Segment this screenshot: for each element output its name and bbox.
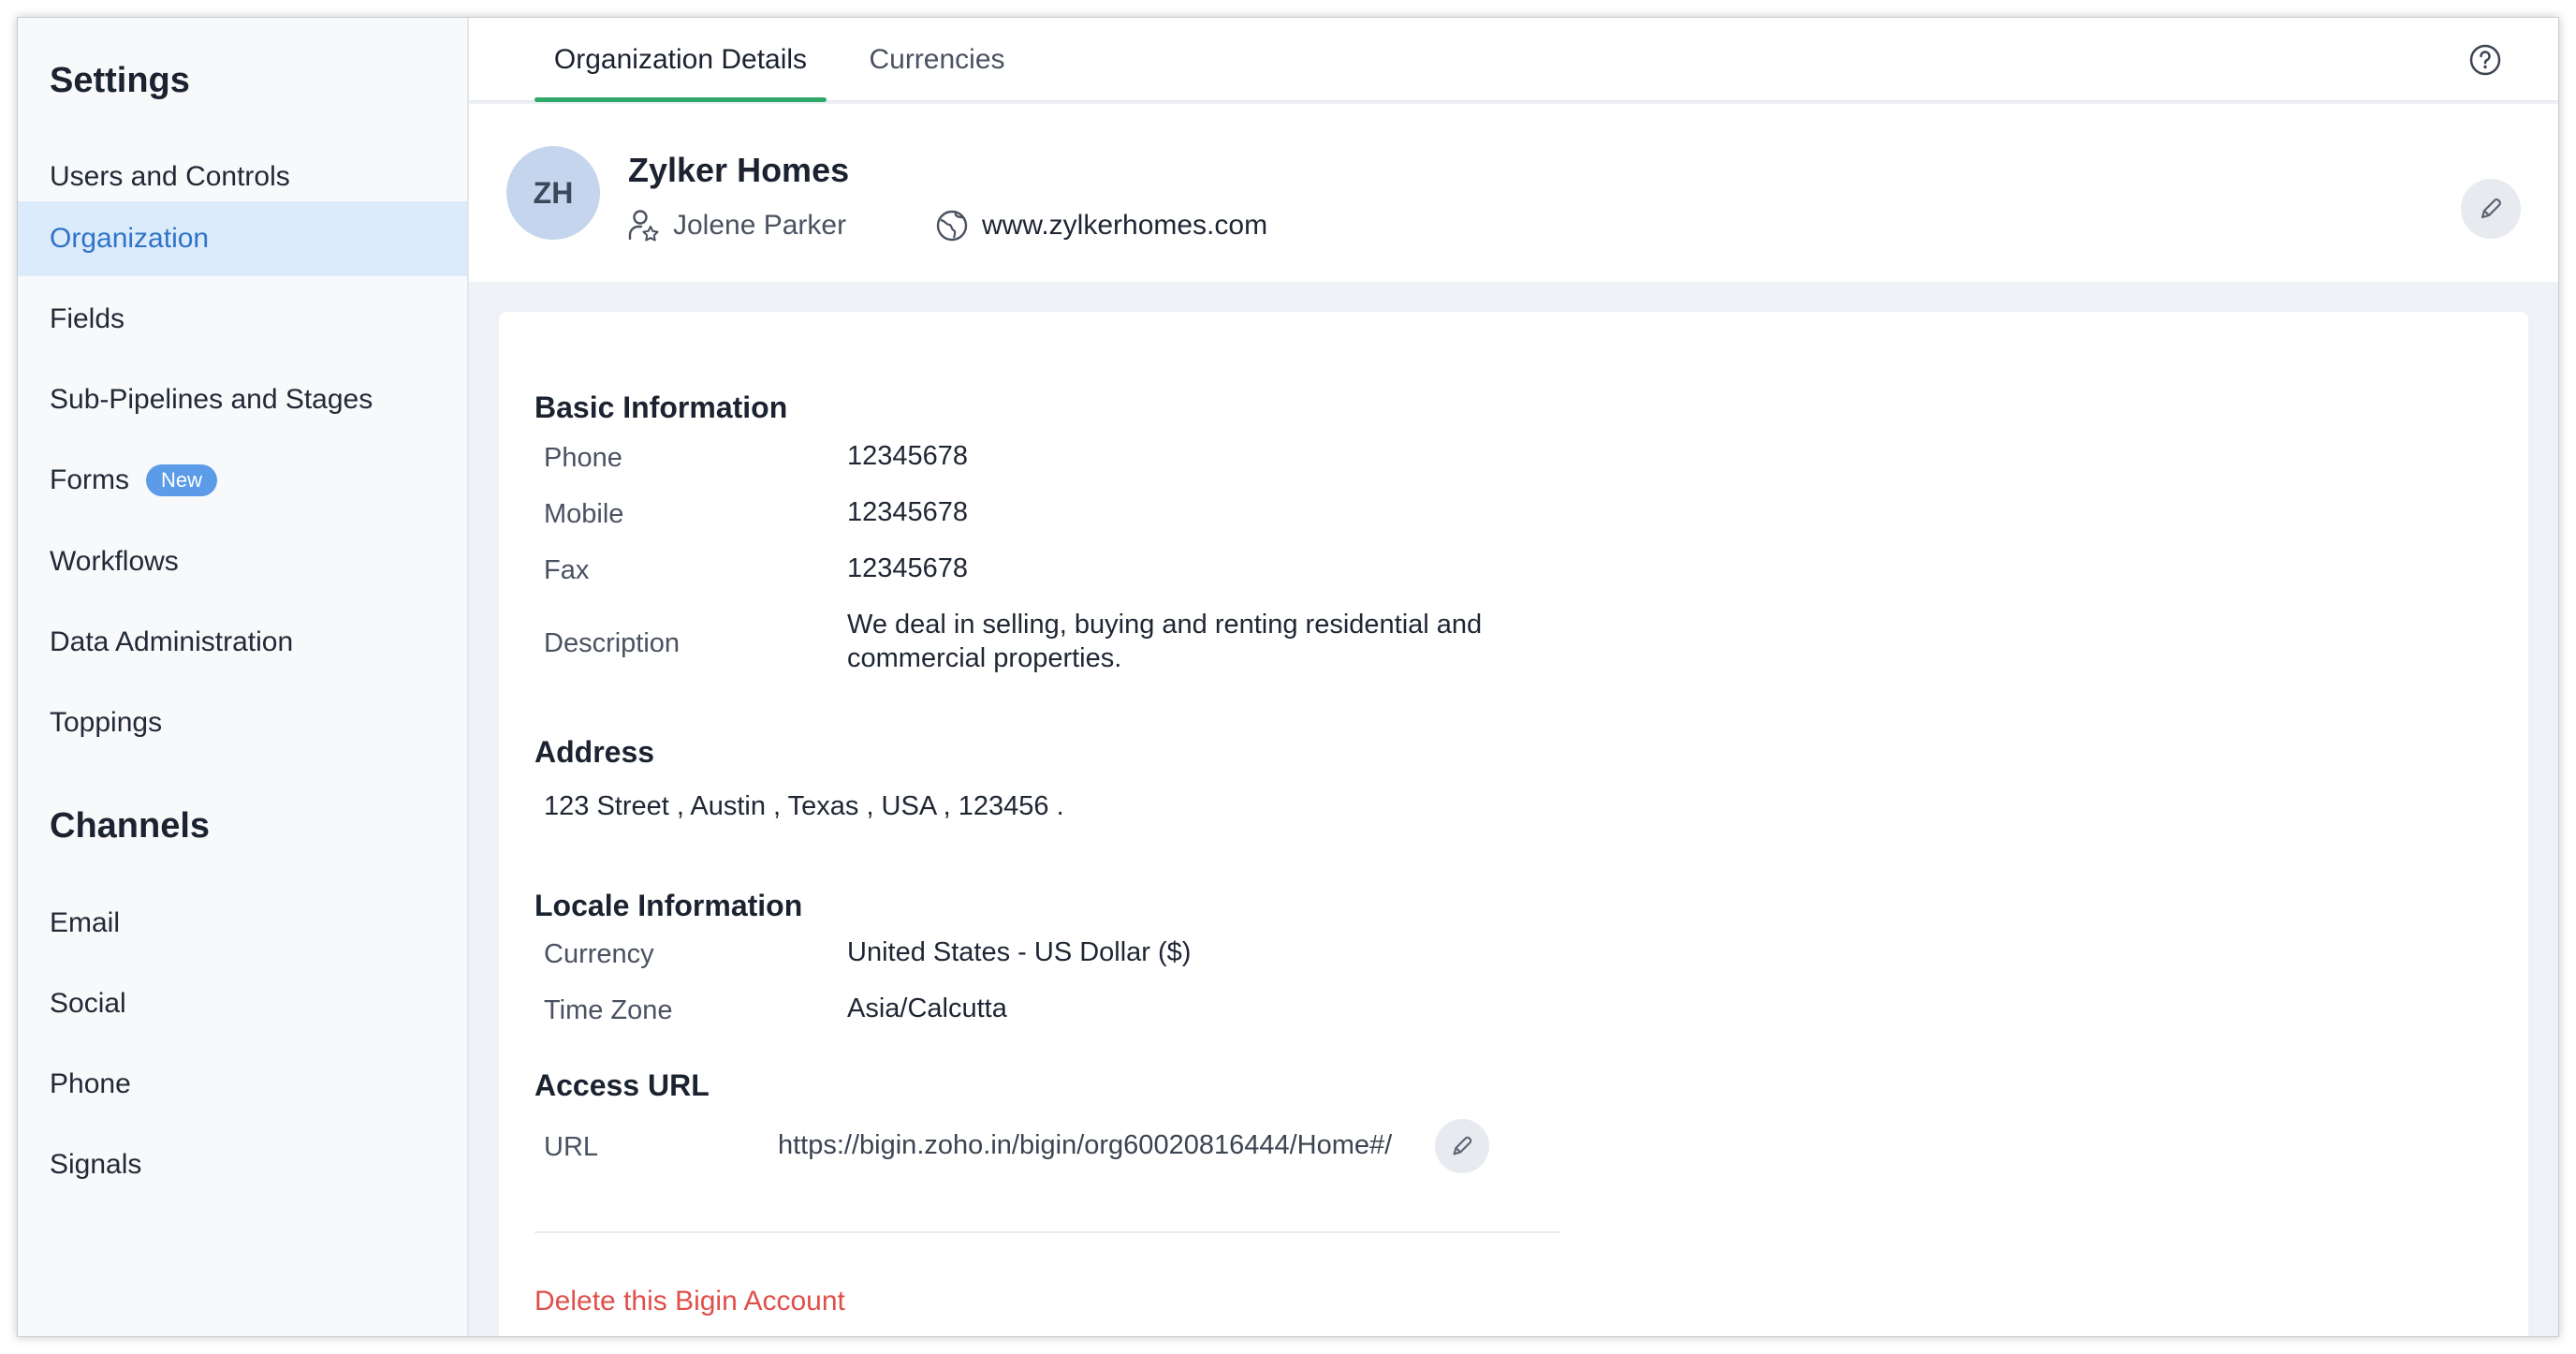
url-label: URL — [544, 1132, 599, 1162]
channels-heading: Channels — [50, 806, 211, 846]
tab-label: Organization Details — [553, 44, 808, 75]
tab-bar: Organization Details Currencies — [469, 18, 2558, 102]
sidebar-item-workflows[interactable]: Workflows — [18, 524, 467, 599]
org-details-card: Basic Information Phone 12345678 Mobile … — [499, 312, 2528, 1336]
sidebar-item-label: Forms — [50, 464, 129, 495]
divider — [534, 1231, 1560, 1233]
tab-label: Currencies — [869, 44, 1005, 75]
address-value: 123 Street , Austin , Texas , USA , 1234… — [544, 791, 1064, 821]
sidebar-item-organization[interactable]: Organization — [18, 201, 467, 276]
pencil-icon — [1453, 1136, 1472, 1155]
sidebar-item-label: Sub-Pipelines and Stages — [50, 384, 373, 415]
sidebar-item-label: Signals — [50, 1149, 142, 1180]
settings-heading: Settings — [50, 61, 190, 100]
description-line: We deal in selling, buying and renting r… — [847, 610, 1483, 640]
basic-info-title: Basic Information — [534, 390, 788, 424]
address-title: Address — [534, 735, 655, 769]
phone-value: 12345678 — [847, 441, 969, 471]
sidebar-item-label: Phone — [50, 1068, 131, 1099]
globe-icon — [936, 210, 968, 242]
sidebar-item-label: Workflows — [50, 546, 179, 577]
sidebar-item-label: Fields — [50, 303, 125, 334]
main-panel: Organization Details Currencies ZH Zylke… — [469, 18, 2558, 1336]
sidebar-item-label: Data Administration — [50, 626, 294, 657]
fax-value: 12345678 — [847, 553, 969, 583]
sidebar-item-label: Users and Controls — [50, 161, 290, 192]
locale-info-title: Locale Information — [534, 889, 803, 922]
currency-label: Currency — [544, 939, 654, 969]
sidebar-item-label: Organization — [50, 223, 210, 254]
new-badge: New — [146, 464, 218, 497]
description-value: We deal in selling, buying and renting r… — [847, 608, 1482, 675]
tab-currencies[interactable]: Currencies — [862, 18, 1012, 102]
settings-window: Settings Users and Controls Organization… — [17, 17, 2559, 1337]
mobile-label: Mobile — [544, 499, 624, 529]
access-url-value[interactable]: https://bigin.zoho.in/bigin/org600208164… — [778, 1128, 1392, 1162]
org-owner: Jolene Parker — [628, 209, 846, 243]
fax-label: Fax — [544, 555, 590, 585]
sidebar-item-signals[interactable]: Signals — [18, 1127, 467, 1202]
sidebar-item-sub-pipelines[interactable]: Sub-Pipelines and Stages — [18, 362, 467, 437]
org-owner-name: Jolene Parker — [673, 210, 847, 241]
timezone-value: Asia/Calcutta — [847, 993, 1007, 1023]
description-line: commercial properties. — [847, 643, 1122, 673]
sidebar-item-label: Email — [50, 907, 121, 938]
edit-url-button[interactable] — [1435, 1119, 1489, 1173]
phone-label: Phone — [544, 443, 622, 473]
description-label: Description — [544, 628, 681, 658]
org-avatar: ZH — [506, 146, 600, 240]
org-website[interactable]: www.zylkerhomes.com — [935, 209, 1267, 243]
pencil-icon — [2481, 199, 2501, 219]
org-header: ZH Zylker Homes Jolene Parker www.zylker… — [469, 104, 2558, 282]
delete-account-link[interactable]: Delete this Bigin Account — [534, 1286, 845, 1317]
access-url-title: Access URL — [534, 1068, 710, 1102]
sidebar-item-email[interactable]: Email — [18, 886, 467, 961]
tab-organization-details[interactable]: Organization Details — [534, 18, 827, 102]
timezone-label: Time Zone — [544, 995, 673, 1025]
mobile-value: 12345678 — [847, 497, 969, 527]
org-website-link[interactable]: www.zylkerhomes.com — [982, 210, 1267, 242]
user-star-icon — [628, 210, 659, 242]
sidebar-item-data-administration[interactable]: Data Administration — [18, 605, 467, 680]
org-name: Zylker Homes — [628, 151, 850, 189]
sidebar-item-label: Toppings — [50, 707, 163, 738]
edit-org-button[interactable] — [2461, 179, 2521, 239]
help-icon[interactable] — [2468, 43, 2502, 77]
sidebar-item-fields[interactable]: Fields — [18, 282, 467, 357]
sidebar-item-forms[interactable]: Forms New — [18, 443, 467, 518]
sidebar-item-social[interactable]: Social — [18, 966, 467, 1041]
sidebar-item-toppings[interactable]: Toppings — [18, 685, 467, 760]
sidebar-item-phone[interactable]: Phone — [18, 1047, 467, 1122]
currency-value: United States - US Dollar ($) — [847, 937, 1192, 967]
settings-sidebar: Settings Users and Controls Organization… — [18, 18, 469, 1336]
sidebar-item-label: Social — [50, 988, 126, 1019]
